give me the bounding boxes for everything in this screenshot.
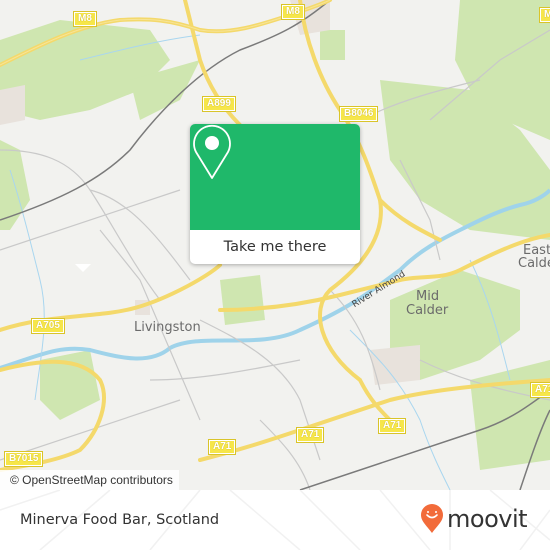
location-popup: Take me there xyxy=(190,124,360,264)
footer: Minerva Food Bar, Scotland moovit xyxy=(0,490,550,550)
map-pin-icon xyxy=(193,124,231,179)
road-shield-b8046: B8046 xyxy=(338,106,379,122)
moovit-logo[interactable]: moovit xyxy=(420,504,528,534)
place-label-livingston: Livingston xyxy=(134,320,201,335)
road-shield-a71: A71 xyxy=(207,439,237,455)
road-shield-m8: M8 xyxy=(539,7,550,23)
road-shield-a899: A899 xyxy=(202,96,236,112)
moovit-wordmark: moovit xyxy=(447,505,528,533)
map-attribution[interactable]: © OpenStreetMap contributors xyxy=(0,470,179,490)
popup-pointer xyxy=(75,264,91,272)
road-shield-a71: A71 xyxy=(295,427,325,443)
place-label-mid: Mid xyxy=(416,289,440,304)
map-view[interactable]: A705 M8 M8 M8 A899 B8046 A71 A71 A71 A71… xyxy=(0,0,550,490)
take-me-there-button[interactable]: Take me there xyxy=(190,230,360,264)
popup-header xyxy=(190,124,360,230)
road-shield-a71: A71 xyxy=(529,382,550,398)
location-title: Minerva Food Bar, Scotland xyxy=(20,512,220,528)
road-shield-a71: A71 xyxy=(377,418,407,434)
place-label-east-calder: Calder xyxy=(518,256,550,271)
road-shield-a705: A705 xyxy=(31,318,65,334)
road-shield-m8: M8 xyxy=(73,11,97,27)
moovit-pin-icon xyxy=(421,504,443,533)
road-shield-m8: M8 xyxy=(281,4,305,20)
road-shield-b7015: B7015 xyxy=(3,451,44,467)
place-label-calder: Calder xyxy=(406,303,449,318)
